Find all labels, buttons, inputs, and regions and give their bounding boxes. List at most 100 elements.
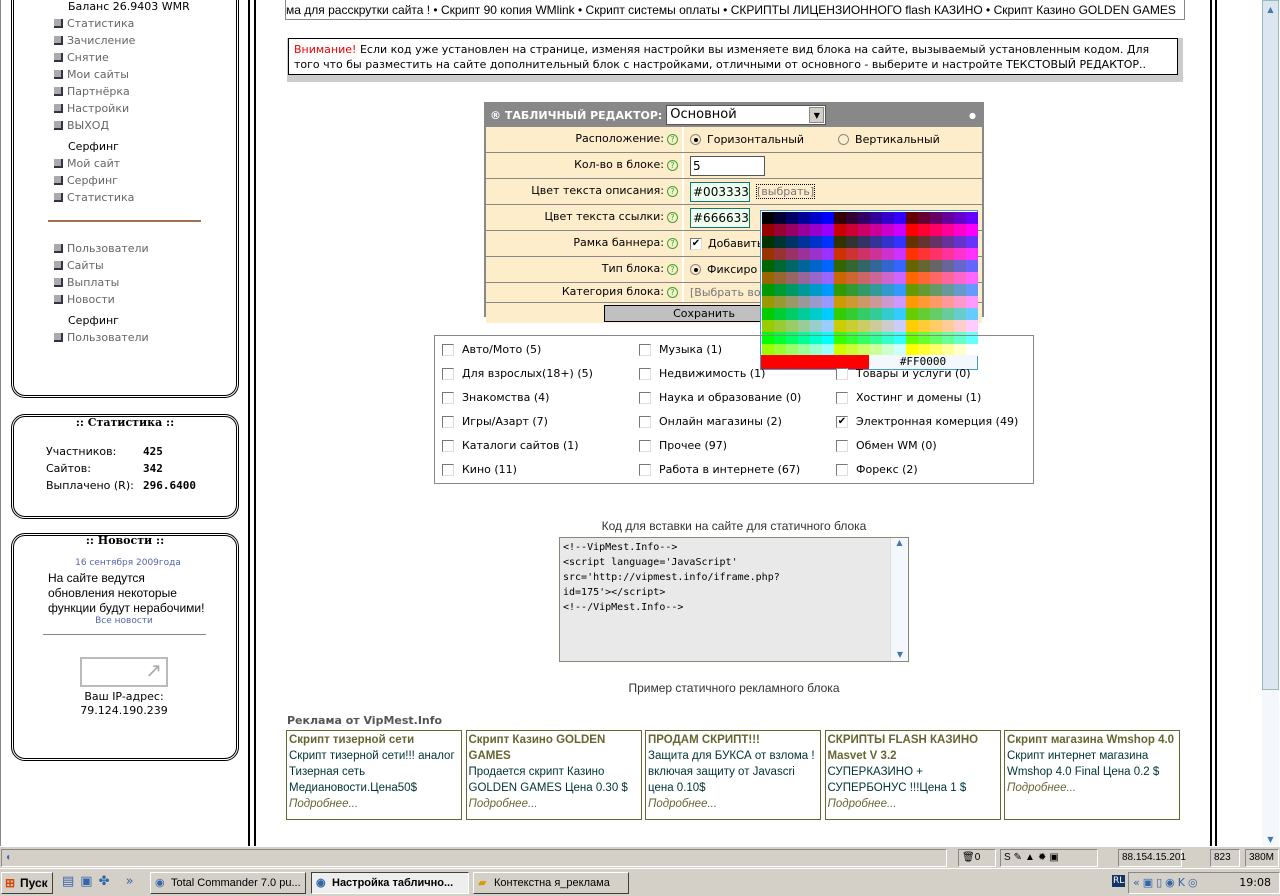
palette-swatch[interactable] (966, 248, 978, 260)
palette-swatch[interactable] (798, 212, 810, 224)
palette-swatch[interactable] (798, 248, 810, 260)
palette-swatch[interactable] (930, 308, 942, 320)
ad-title[interactable]: Скрипт Казино GOLDEN GAMES (469, 732, 639, 764)
menu-link[interactable]: Мой сайт (67, 155, 120, 172)
palette-swatch[interactable] (810, 248, 822, 260)
category-checkbox[interactable] (639, 439, 651, 452)
palette-swatch[interactable] (918, 236, 930, 248)
radio-fixed[interactable] (690, 264, 701, 275)
palette-swatch[interactable] (882, 308, 894, 320)
palette-swatch[interactable] (906, 236, 918, 248)
category-item[interactable]: Хостинг и домены (1) (836, 391, 981, 404)
menu-link[interactable]: Настройки (67, 100, 129, 117)
task-browser[interactable]: ◉ Настройка таблично... (311, 872, 469, 894)
palette-swatch[interactable] (774, 308, 786, 320)
palette-swatch[interactable] (870, 308, 882, 320)
palette-swatch[interactable] (930, 248, 942, 260)
palette-swatch[interactable] (894, 296, 906, 308)
palette-swatch[interactable] (858, 212, 870, 224)
palette-swatch[interactable] (966, 272, 978, 284)
link-color-input[interactable]: #666633 (690, 207, 750, 228)
palette-swatch[interactable] (786, 260, 798, 272)
palette-swatch[interactable] (882, 272, 894, 284)
ad-block[interactable]: Скрипт магазина Wmshop 4.0 Скрипт интерне… (1004, 730, 1180, 820)
palette-swatch[interactable] (798, 272, 810, 284)
palette-swatch[interactable] (822, 308, 834, 320)
palette-swatch[interactable] (954, 212, 966, 224)
palette-swatch[interactable] (822, 260, 834, 272)
palette-swatch[interactable] (762, 212, 774, 224)
palette-swatch[interactable] (858, 296, 870, 308)
palette-swatch[interactable] (954, 248, 966, 260)
palette-swatch[interactable] (798, 320, 810, 332)
palette-swatch[interactable] (810, 212, 822, 224)
category-item[interactable]: ✔ Электронная комерция (49) (836, 415, 1018, 428)
palette-swatch[interactable] (894, 260, 906, 272)
menu-item-users[interactable]: Пользователи (54, 240, 149, 257)
palette-swatch[interactable] (834, 224, 846, 236)
palette-swatch[interactable] (774, 260, 786, 272)
help-icon[interactable]: ? (667, 160, 678, 171)
chevron-down-icon[interactable]: ▼ (809, 107, 825, 123)
palette-swatch[interactable] (834, 212, 846, 224)
ad-title[interactable]: ПРОДАМ СКРИПТ!!! (648, 732, 818, 748)
palette-swatch[interactable] (894, 236, 906, 248)
category-checkbox[interactable] (442, 415, 454, 428)
menu-item-news[interactable]: Новости (54, 291, 149, 308)
menu-item-surfing[interactable]: Серфинг (54, 172, 135, 189)
category-item[interactable]: Прочее (97) (639, 439, 727, 452)
ad-more-link[interactable]: Подробнее... (648, 796, 818, 812)
palette-swatch[interactable] (954, 224, 966, 236)
palette-swatch[interactable] (858, 248, 870, 260)
ad-title[interactable]: Скрипт тизерной сети (289, 732, 459, 748)
scroll-up-icon[interactable]: ▲ (891, 538, 908, 547)
menu-link[interactable]: Серфинг (67, 172, 118, 189)
palette-swatch[interactable] (870, 236, 882, 248)
palette-swatch[interactable] (942, 260, 954, 272)
palette-swatch[interactable] (894, 320, 906, 332)
palette-swatch[interactable] (858, 236, 870, 248)
palette-swatch[interactable] (786, 296, 798, 308)
palette-swatch[interactable] (798, 224, 810, 236)
category-item[interactable]: Недвижимость (1) (639, 367, 765, 380)
scrollbar-thumb[interactable]: ▲ (1262, 0, 1279, 690)
palette-swatch[interactable] (870, 260, 882, 272)
palette-swatch[interactable] (786, 284, 798, 296)
pick-color-link[interactable]: [выбрать] (756, 184, 816, 199)
category-item[interactable]: Знакомства (4) (442, 391, 549, 404)
menu-link[interactable]: ВЫХОД (67, 117, 109, 134)
palette-swatch[interactable] (966, 284, 978, 296)
ad-block[interactable]: СКРИПТЫ FLASH КАЗИНО Masvet V 3.2 СУПЕРКА… (824, 730, 1001, 820)
palette-swatch[interactable] (774, 284, 786, 296)
menu-link[interactable]: Пользователи (67, 329, 149, 346)
palette-swatch[interactable] (894, 224, 906, 236)
ad-block[interactable]: Скрипт тизерной сети Скрипт тизерной сети… (286, 730, 462, 820)
all-news-link[interactable]: Все новости (46, 616, 202, 626)
ad-block[interactable]: ПРОДАМ СКРИПТ!!! Защита для БУКСА от взло… (645, 730, 821, 820)
palette-swatch[interactable] (870, 296, 882, 308)
palette-swatch[interactable] (942, 248, 954, 260)
task-folder[interactable]: ▰ Контекстна я_реклама (473, 872, 629, 894)
palette-swatch[interactable] (906, 212, 918, 224)
category-item[interactable]: Музыка (1) (639, 343, 722, 356)
palette-swatch[interactable] (774, 296, 786, 308)
palette-swatch[interactable] (966, 308, 978, 320)
trash-status[interactable]: 🗑0 (958, 849, 996, 867)
palette-swatch[interactable] (762, 260, 774, 272)
desc-color-input[interactable]: #003333 (690, 181, 750, 202)
count-input[interactable]: 5 (690, 155, 765, 176)
palette-swatch[interactable] (930, 296, 942, 308)
palette-swatch[interactable] (762, 248, 774, 260)
palette-swatch[interactable] (822, 272, 834, 284)
palette-swatch[interactable] (834, 260, 846, 272)
palette-swatch[interactable] (858, 224, 870, 236)
help-icon[interactable]: ? (667, 238, 678, 249)
palette-swatch[interactable] (834, 248, 846, 260)
palette-swatch[interactable] (918, 224, 930, 236)
palette-swatch[interactable] (762, 272, 774, 284)
menu-link[interactable]: Зачисление (67, 32, 135, 49)
palette-swatch[interactable] (774, 224, 786, 236)
palette-swatch[interactable] (798, 308, 810, 320)
palette-swatch[interactable] (930, 224, 942, 236)
palette-swatch[interactable] (882, 260, 894, 272)
